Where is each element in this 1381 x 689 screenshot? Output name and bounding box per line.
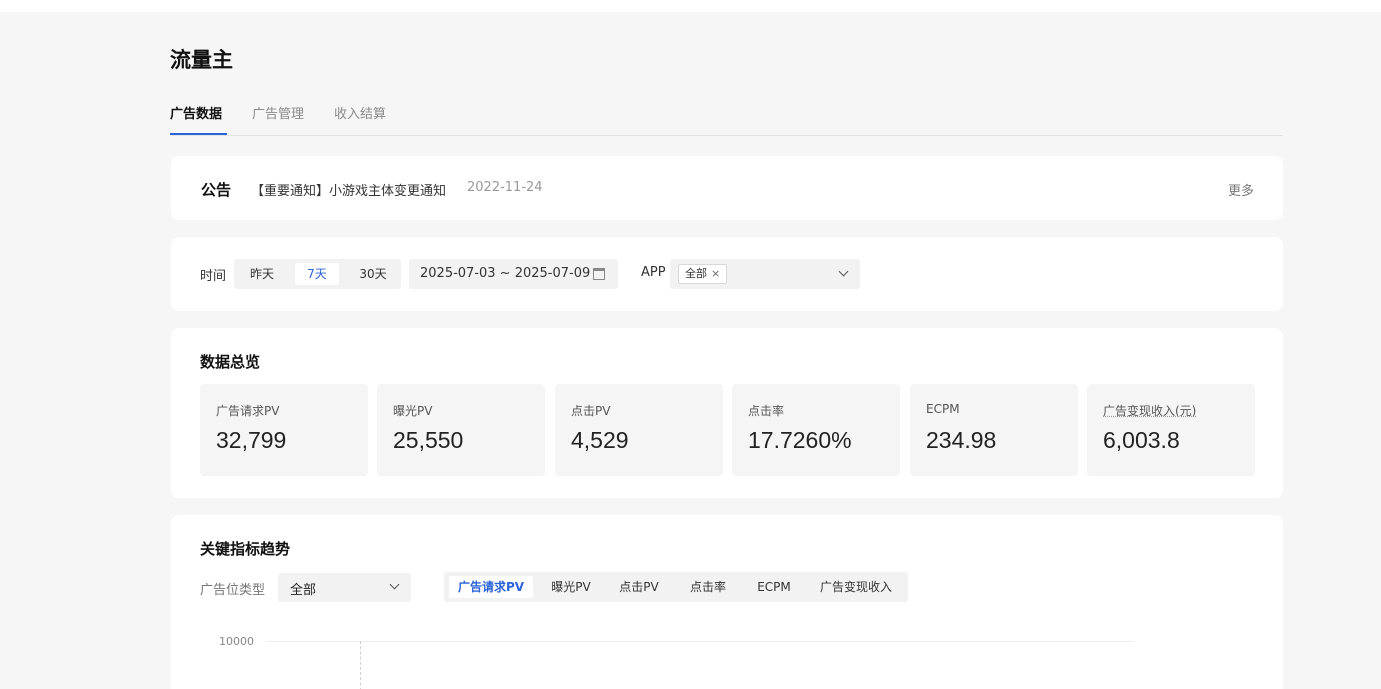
active-tab-indicator [170,133,227,135]
metric-label: ECPM [926,402,960,416]
tab-revenue-settlement[interactable]: 收入结算 [334,103,386,122]
chart-gridline [266,641,1134,642]
chart-crosshair-line [360,641,361,689]
metric-label-with-tooltip[interactable]: 广告变现收入(元) [1103,402,1196,419]
trend-tab-click-rate[interactable]: 点击率 [680,576,736,598]
chevron-down-icon [389,579,400,590]
time-option-30-days[interactable]: 30天 [352,263,394,285]
trend-metric-tabs: 广告请求PV 曝光PV 点击PV 点击率 ECPM 广告变现收入 [444,572,908,602]
page-title: 流量主 [170,48,233,72]
top-bar [0,0,1381,12]
metric-value: 32,799 [216,427,287,453]
app-tag: 全部 × [678,264,728,284]
notice-more-link[interactable]: 更多 [1228,180,1254,199]
metric-card-click-pv: 点击PV 4,529 [555,384,723,476]
time-label: 时间 [200,269,227,284]
ad-position-type-select[interactable]: 全部 [278,573,411,602]
metric-value: 234.98 [926,427,997,453]
trend-tab-ad-revenue[interactable]: 广告变现收入 [812,576,900,598]
date-range-picker[interactable]: 2025-07-03 ~ 2025-07-09 [409,259,618,289]
close-icon[interactable]: × [711,267,720,280]
tab-ad-management[interactable]: 广告管理 [252,103,304,122]
trend-tab-ad-request-pv[interactable]: 广告请求PV [449,576,533,598]
overview-title: 数据总览 [200,353,261,371]
metric-label: 点击率 [748,404,785,418]
metric-value: 25,550 [393,427,464,453]
filter-card: 时间 昨天 7天 30天 2025-07-03 ~ 2025-07-09 APP… [171,237,1283,311]
tab-ad-data[interactable]: 广告数据 [170,103,222,122]
trend-tab-impression-pv[interactable]: 曝光PV [542,576,600,598]
app-select[interactable]: 全部 × [670,259,860,289]
calendar-icon [593,268,605,280]
metric-card-impression-pv: 曝光PV 25,550 [377,384,545,476]
chart-y-tick: 10000 [219,635,254,648]
time-option-7-days[interactable]: 7天 [295,263,339,285]
notice-card: 公告 【重要通知】小游戏主体变更通知 2022-11-24 更多 [171,156,1283,220]
metric-value: 6,003.8 [1103,427,1180,453]
time-option-yesterday[interactable]: 昨天 [242,263,282,285]
metric-label: 广告请求PV [216,404,280,418]
trend-title: 关键指标趋势 [200,540,291,558]
date-range-value: 2025-07-03 ~ 2025-07-09 [420,266,591,281]
metric-label: 点击PV [571,404,611,418]
trend-tab-click-pv[interactable]: 点击PV [610,576,668,598]
metric-card-ecpm: ECPM 234.98 [910,384,1078,476]
metric-label: 曝光PV [393,404,433,418]
main-tabs: 广告数据 广告管理 收入结算 [170,100,1283,136]
key-metrics-trend-card: 关键指标趋势 广告位类型 全部 广告请求PV 曝光PV 点击PV 点击率 ECP… [171,515,1283,689]
data-overview-card: 数据总览 广告请求PV 32,799 曝光PV 25,550 点击PV 4,52… [171,328,1283,498]
ad-position-type-label: 广告位类型 [200,583,266,598]
time-range-segmented-control: 昨天 7天 30天 [234,259,401,289]
metric-card-click-rate: 点击率 17.7260% [732,384,900,476]
app-label: APP [641,265,666,280]
chevron-down-icon [838,266,849,277]
ad-position-type-value: 全部 [290,583,317,598]
metric-value: 4,529 [571,427,629,453]
metric-card-ad-revenue: 广告变现收入(元) 6,003.8 [1087,384,1255,476]
metric-value: 17.7260% [748,427,852,453]
notice-title: 公告 [201,181,232,199]
metric-card-ad-request-pv: 广告请求PV 32,799 [200,384,368,476]
app-tag-label: 全部 [685,267,707,280]
trend-tab-ecpm[interactable]: ECPM [746,576,802,598]
notice-link[interactable]: 【重要通知】小游戏主体变更通知 [251,180,446,199]
notice-date: 2022-11-24 [467,180,543,195]
